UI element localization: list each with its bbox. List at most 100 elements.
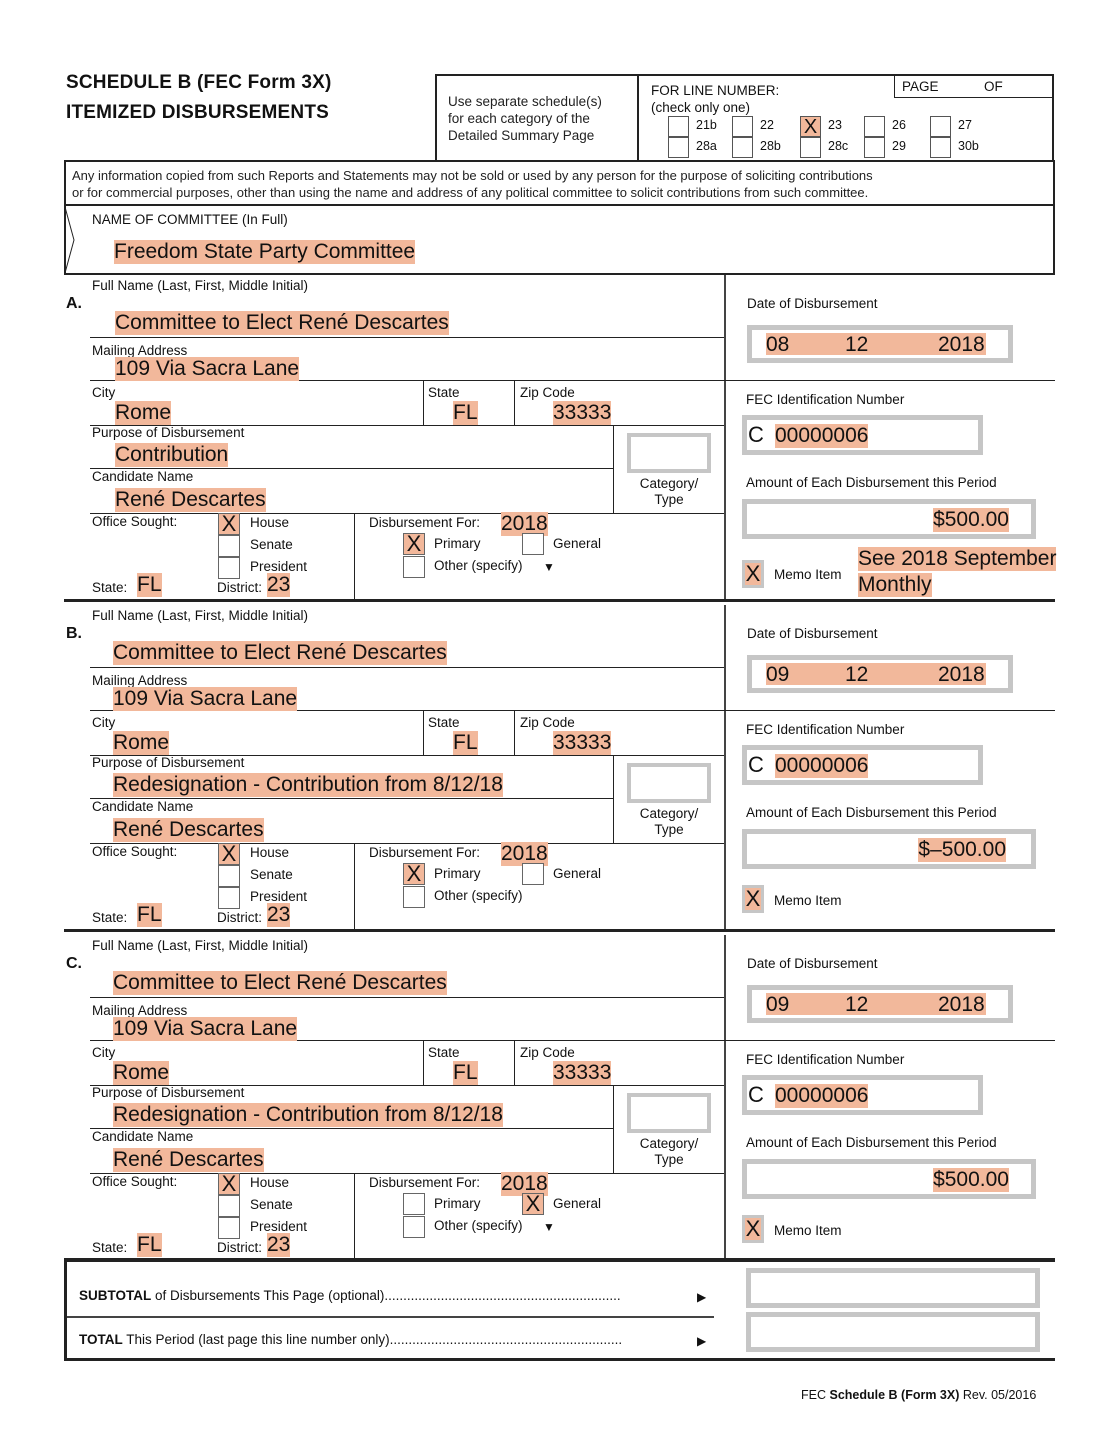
state-field[interactable]: FL bbox=[453, 1061, 478, 1085]
city-field[interactable]: Rome bbox=[115, 401, 172, 425]
check-only-one-label: (check only one) bbox=[651, 100, 751, 115]
memo-checkbox[interactable]: X bbox=[742, 560, 764, 588]
line-number-checkbox[interactable] bbox=[930, 137, 951, 158]
divider bbox=[514, 1041, 515, 1085]
memo-text-line1[interactable]: See 2018 September bbox=[858, 547, 1057, 571]
office-checkbox-house[interactable]: X bbox=[218, 513, 240, 535]
zip-field[interactable]: 33333 bbox=[553, 1061, 612, 1085]
memo-text-line2[interactable]: Monthly bbox=[858, 573, 932, 597]
candidate-field[interactable]: René Descartes bbox=[115, 488, 266, 512]
line-number-checkbox[interactable] bbox=[800, 137, 821, 158]
fec-id-value[interactable]: 00000006 bbox=[775, 754, 869, 778]
line-number-checkbox[interactable] bbox=[732, 116, 753, 137]
disbursement-for-label: Disbursement For: bbox=[369, 1175, 481, 1190]
general-checkbox[interactable]: X bbox=[522, 1193, 544, 1215]
line-number-option-label: 22 bbox=[760, 118, 774, 132]
primary-checkbox[interactable]: X bbox=[403, 863, 425, 885]
other-checkbox[interactable] bbox=[403, 1216, 425, 1238]
purpose-field[interactable]: Contribution bbox=[115, 443, 229, 467]
zip-field[interactable]: 33333 bbox=[553, 731, 612, 755]
memo-checkbox[interactable]: X bbox=[742, 885, 764, 913]
date-year[interactable]: 2018 bbox=[938, 663, 985, 687]
district-field[interactable]: 23 bbox=[267, 1233, 291, 1257]
amount-value[interactable]: $500.00 bbox=[933, 1168, 1009, 1192]
amount-value[interactable]: $500.00 bbox=[933, 508, 1009, 532]
full-name-field[interactable]: Committee to Elect René Descartes bbox=[113, 971, 447, 995]
office-checkbox-house[interactable]: X bbox=[218, 1173, 240, 1195]
category-type-field[interactable] bbox=[627, 1093, 711, 1133]
state-field[interactable]: FL bbox=[453, 731, 478, 755]
general-checkbox[interactable] bbox=[522, 863, 544, 885]
mailing-address-field[interactable]: 109 Via Sacra Lane bbox=[113, 687, 298, 711]
category-type-field[interactable] bbox=[627, 433, 711, 473]
amount-value[interactable]: $–500.00 bbox=[918, 838, 1006, 862]
office-checkbox-president[interactable] bbox=[218, 1217, 240, 1239]
category-type-field[interactable] bbox=[627, 763, 711, 803]
date-day[interactable]: 12 bbox=[845, 663, 868, 687]
office-label-senate: Senate bbox=[250, 537, 293, 552]
date-day[interactable]: 12 bbox=[845, 333, 868, 357]
line-number-checkbox[interactable] bbox=[864, 137, 885, 158]
other-label: Other (specify) bbox=[434, 558, 523, 573]
other-checkbox[interactable] bbox=[403, 886, 425, 908]
date-month[interactable]: 08 bbox=[766, 333, 789, 357]
office-checkbox-president[interactable] bbox=[218, 887, 240, 909]
disbursement-entry: A. Full Name (Last, First, Middle Initial… bbox=[0, 275, 1120, 605]
candidate-field[interactable]: René Descartes bbox=[113, 818, 264, 842]
disbursement-entry: B. Full Name (Last, First, Middle Initial… bbox=[0, 605, 1120, 935]
date-day[interactable]: 12 bbox=[845, 993, 868, 1017]
date-year[interactable]: 2018 bbox=[938, 993, 985, 1017]
mailing-address-field[interactable]: 109 Via Sacra Lane bbox=[115, 357, 300, 381]
fec-id-value[interactable]: 00000006 bbox=[775, 1084, 869, 1108]
date-month[interactable]: 09 bbox=[766, 993, 789, 1017]
line-number-checkbox[interactable] bbox=[732, 137, 753, 158]
primary-label: Primary bbox=[434, 536, 481, 551]
full-name-field[interactable]: Committee to Elect René Descartes bbox=[115, 311, 449, 335]
divider bbox=[423, 1041, 424, 1085]
date-year[interactable]: 2018 bbox=[938, 333, 985, 357]
date-label: Date of Disbursement bbox=[747, 626, 878, 641]
city-field[interactable]: Rome bbox=[113, 1061, 170, 1085]
district-field[interactable]: 23 bbox=[267, 573, 291, 597]
other-checkbox[interactable] bbox=[403, 556, 425, 578]
office-checkbox-president[interactable] bbox=[218, 557, 240, 579]
memo-checkbox[interactable]: X bbox=[742, 1215, 764, 1243]
subtotal-amount-field[interactable] bbox=[746, 1268, 1040, 1308]
fec-id-value[interactable]: 00000006 bbox=[775, 424, 869, 448]
subtotal-bold: SUBTOTAL bbox=[79, 1288, 152, 1303]
line-number-checkbox[interactable] bbox=[930, 116, 951, 137]
office-label-house: House bbox=[250, 845, 290, 860]
full-name-field[interactable]: Committee to Elect René Descartes bbox=[113, 641, 447, 665]
office-checkbox-senate[interactable] bbox=[218, 535, 240, 557]
primary-checkbox[interactable]: X bbox=[403, 533, 425, 555]
zip-field[interactable]: 33333 bbox=[553, 401, 612, 425]
office-checkbox-senate[interactable] bbox=[218, 1195, 240, 1217]
state-field[interactable]: FL bbox=[453, 401, 478, 425]
line-number-checkbox[interactable] bbox=[668, 116, 689, 137]
mailing-address-field[interactable]: 109 Via Sacra Lane bbox=[113, 1017, 298, 1041]
date-month[interactable]: 09 bbox=[766, 663, 789, 687]
committee-name-field[interactable]: Freedom State Party Committee bbox=[114, 240, 416, 264]
office-state-field[interactable]: FL bbox=[137, 573, 162, 597]
primary-checkbox[interactable] bbox=[403, 1193, 425, 1215]
district-label: District: bbox=[217, 580, 262, 595]
total-label: TOTAL This Period (last page this line n… bbox=[79, 1332, 622, 1347]
title-line-2: ITEMIZED DISBURSEMENTS bbox=[66, 102, 330, 123]
office-checkbox-house[interactable]: X bbox=[218, 843, 240, 865]
line-number-checkbox[interactable] bbox=[864, 116, 885, 137]
general-checkbox[interactable] bbox=[522, 533, 544, 555]
total-amount-field[interactable] bbox=[746, 1312, 1040, 1352]
office-checkbox-senate[interactable] bbox=[218, 865, 240, 887]
line-number-checkbox[interactable]: X bbox=[800, 116, 821, 137]
subtotal-label: SUBTOTAL of Disbursements This Page (opt… bbox=[79, 1288, 621, 1303]
office-state-field[interactable]: FL bbox=[137, 1233, 162, 1257]
purpose-field[interactable]: Redesignation - Contribution from 8/12/1… bbox=[113, 1103, 503, 1127]
office-state-field[interactable]: FL bbox=[137, 903, 162, 927]
disclaimer-text: Any information copied from such Reports… bbox=[72, 167, 873, 201]
line-number-checkbox[interactable] bbox=[668, 137, 689, 158]
divider bbox=[613, 426, 614, 513]
purpose-field[interactable]: Redesignation - Contribution from 8/12/1… bbox=[113, 773, 503, 797]
candidate-field[interactable]: René Descartes bbox=[113, 1148, 264, 1172]
city-field[interactable]: Rome bbox=[113, 731, 170, 755]
district-field[interactable]: 23 bbox=[267, 903, 291, 927]
